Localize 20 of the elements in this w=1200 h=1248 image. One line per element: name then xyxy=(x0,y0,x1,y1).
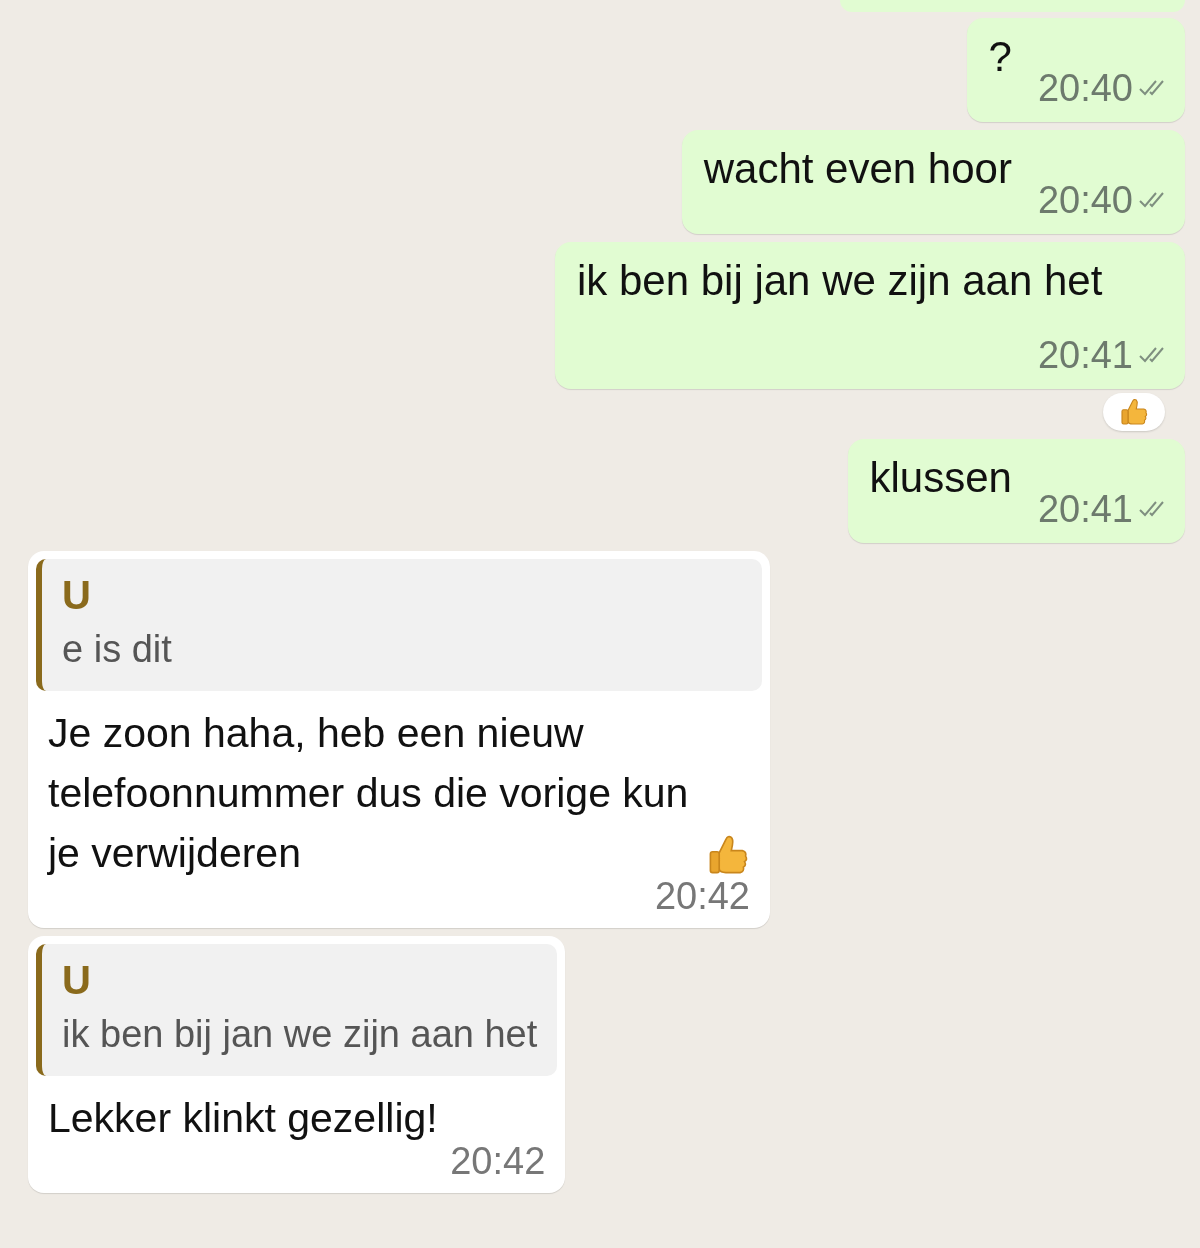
message-time: 20:40 xyxy=(1037,67,1133,110)
message-time: 20:40 xyxy=(1037,179,1133,222)
reaction-badge[interactable] xyxy=(1103,393,1165,431)
quote-author: U xyxy=(62,957,92,1004)
quoted-message[interactable]: U ik ben bij jan we zijn aan het xyxy=(36,944,558,1076)
message-time: 20:42 xyxy=(450,1140,546,1182)
message-text: Lekker klinkt gezellig! xyxy=(48,1094,438,1143)
message-text: wacht even hoor xyxy=(703,144,1012,194)
message-time: 20:41 xyxy=(1037,334,1133,377)
message-time: 20:41 xyxy=(1037,488,1133,531)
quote-text: ik ben bij jan we zijn aan het xyxy=(62,1012,538,1057)
quoted-message[interactable]: U e is dit xyxy=(36,559,762,691)
message-time: 20:42 xyxy=(654,875,750,917)
quote-author: U xyxy=(62,572,92,619)
message-text: ? xyxy=(988,32,1012,82)
message-text: klussen xyxy=(869,453,1012,503)
quote-text: e is dit xyxy=(62,627,173,672)
message-text: Je zoon haha, heb een nieuw telefoonnummer dus die vorige kun je verwijderen xyxy=(48,709,690,878)
thumbs-up-icon xyxy=(1119,397,1149,427)
message-text: ik ben bij jan we zijn aan het xyxy=(577,256,1103,306)
